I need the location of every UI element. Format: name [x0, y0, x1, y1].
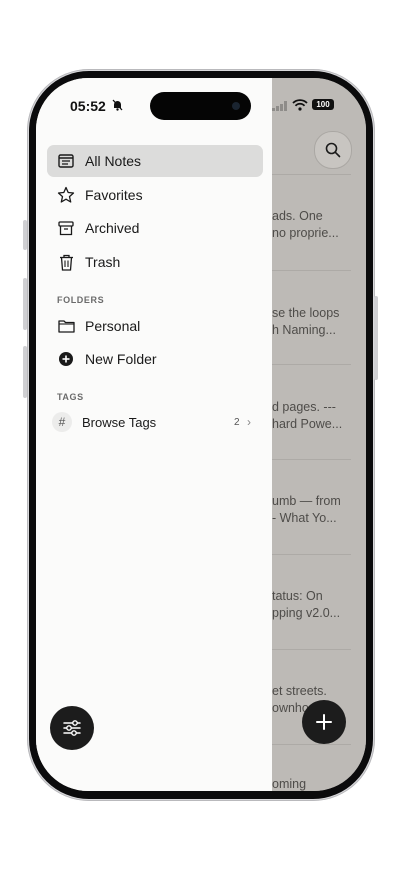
- wifi-icon: [292, 99, 308, 111]
- plus-circle-icon: [57, 350, 75, 368]
- note-snippet: h Naming...: [272, 323, 336, 337]
- sidebar-item-all-notes[interactable]: All Notes: [47, 145, 263, 177]
- plus-icon: [316, 714, 332, 730]
- note-snippet: ads. One: [272, 209, 323, 223]
- sidebar-item-favorites[interactable]: Favorites: [47, 179, 263, 211]
- note-snippet: umb — from: [272, 494, 341, 508]
- new-note-button[interactable]: [302, 700, 346, 744]
- browse-tags-label: Browse Tags: [82, 414, 157, 430]
- note-snippet: - What Yo...: [272, 511, 337, 525]
- note-snippet: oming: [272, 777, 307, 791]
- dynamic-island: [150, 92, 251, 120]
- sidebar-item-label: All Notes: [85, 153, 142, 169]
- sidebar-drawer: All Notes Favorites Archived Trash FOLDE…: [36, 78, 272, 791]
- note-snippet: no proprie...: [272, 226, 339, 240]
- note-snippet: se the loops: [272, 306, 340, 320]
- note-snippet: tatus: On: [272, 589, 323, 603]
- notes-icon: [57, 152, 75, 170]
- folder-icon: [57, 317, 75, 335]
- star-icon: [57, 186, 75, 204]
- sidebar-item-label: New Folder: [85, 351, 157, 367]
- hashtag-icon: #: [52, 412, 72, 432]
- sidebar-item-trash[interactable]: Trash: [47, 246, 263, 278]
- browse-tags-button[interactable]: # Browse Tags 2 ›: [52, 410, 264, 434]
- cellular-signal-icon: [272, 101, 287, 111]
- power-button: [374, 296, 378, 380]
- sidebar-item-personal[interactable]: Personal: [47, 310, 263, 342]
- sliders-icon: [63, 720, 81, 736]
- sidebar-item-label: Trash: [85, 254, 121, 270]
- search-button[interactable]: [314, 131, 352, 169]
- action-button: [23, 220, 27, 250]
- sidebar-item-label: Personal: [85, 318, 141, 334]
- tags-heading: TAGS: [57, 392, 84, 402]
- volume-down-button: [23, 346, 27, 398]
- tag-count: 2: [234, 416, 240, 428]
- note-snippet: et streets.: [272, 684, 327, 698]
- note-snippet: hard Powe...: [272, 417, 343, 431]
- screen: ads. One no proprie... se the loops h Na…: [36, 78, 366, 791]
- status-time: 05:52: [70, 98, 106, 114]
- bell-muted-icon: [112, 99, 123, 111]
- trash-icon: [57, 253, 75, 271]
- filter-settings-button[interactable]: [50, 706, 94, 750]
- sidebar-item-label: Archived: [85, 220, 140, 236]
- folders-heading: FOLDERS: [57, 295, 105, 305]
- chevron-right-icon: ›: [247, 415, 251, 429]
- camera-icon: [232, 102, 240, 110]
- volume-up-button: [23, 278, 27, 330]
- sidebar-item-label: Favorites: [85, 187, 143, 203]
- sidebar-item-archived[interactable]: Archived: [47, 212, 263, 244]
- new-folder-button[interactable]: New Folder: [47, 343, 263, 375]
- note-snippet: d pages. ---: [272, 400, 336, 414]
- battery-indicator: 100: [312, 99, 334, 110]
- archive-icon: [57, 219, 75, 237]
- search-icon: [325, 142, 341, 158]
- note-snippet: pping v2.0...: [272, 606, 341, 620]
